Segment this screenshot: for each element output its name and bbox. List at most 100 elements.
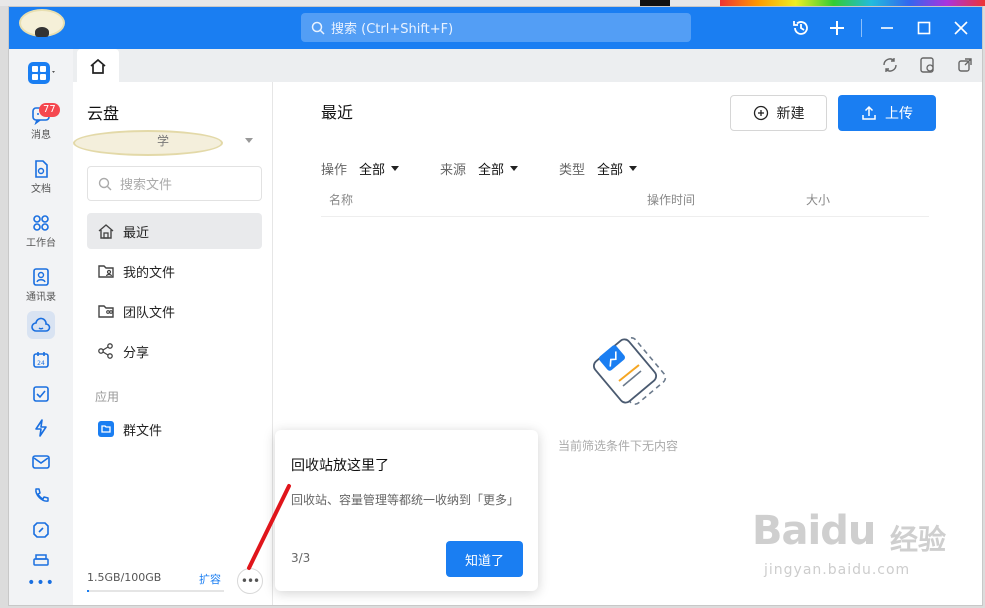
sidebar-item-label: 团队文件 (123, 305, 176, 321)
global-search-input[interactable]: 搜索 (Ctrl+Shift+F) (301, 13, 691, 42)
close-icon[interactable] (949, 16, 973, 40)
filter-source[interactable]: 来源 全部 (440, 159, 519, 178)
sidebar-item-my-files[interactable]: 我的文件 (87, 253, 262, 289)
group-files-icon (98, 421, 114, 437)
tab-home[interactable] (77, 49, 119, 82)
sidebar-item-label: 分享 (123, 345, 150, 361)
filter-type[interactable]: 类型 全部 (559, 159, 638, 178)
document-icon (35, 160, 48, 178)
column-header-name[interactable]: 名称 (329, 191, 353, 208)
org-name-suffix: 学 (157, 134, 170, 148)
new-button-label: 新建 (776, 106, 805, 122)
more-button[interactable]: ••• (237, 568, 263, 594)
open-external-icon[interactable] (953, 53, 977, 77)
rail-item-flash[interactable] (9, 418, 73, 438)
filter-value: 全部 (597, 163, 624, 178)
svg-text:24: 24 (37, 360, 45, 367)
onboarding-popover: 回收站放这里了 回收站、容量管理等都统一收纳到「更多」 3/3 知道了 (275, 430, 538, 591)
mail-icon (32, 455, 50, 469)
maximize-icon[interactable] (912, 16, 936, 40)
search-placeholder: 搜索 (Ctrl+Shift+F) (331, 22, 454, 37)
red-annotation-line (247, 484, 291, 570)
got-it-button[interactable]: 知道了 (446, 541, 523, 577)
sidebar-item-team-files[interactable]: 团队文件 (87, 293, 262, 329)
popover-body: 回收站、容量管理等都统一收纳到「更多」 (291, 493, 520, 507)
rail-label-docs: 文档 (31, 184, 51, 195)
column-header-size[interactable]: 大小 (806, 191, 830, 208)
sidebar-item-recent[interactable]: 最近 (87, 213, 262, 249)
search-icon (311, 21, 325, 35)
chevron-down-icon (629, 166, 638, 171)
sidebar-item-share[interactable]: 分享 (87, 333, 262, 369)
lightning-icon (35, 419, 47, 437)
baidu-watermark: Baidu 经验 jingyan.baidu.com (752, 500, 977, 595)
rail-label-workbench: 工作台 (26, 238, 56, 249)
expand-storage-link[interactable]: 扩容 (199, 571, 221, 587)
rail-more-icon[interactable]: ••• (9, 575, 73, 591)
column-header-time[interactable]: 操作时间 (647, 191, 695, 208)
rail-label-messages: 消息 (31, 130, 51, 141)
sync-icon[interactable] (878, 53, 902, 77)
apps-section-heading: 应用 (95, 390, 120, 404)
rail-item-cloud-drive[interactable] (9, 316, 73, 336)
filter-operation[interactable]: 操作 全部 (321, 159, 400, 178)
watermark-brand-cn: 经验 (890, 523, 947, 556)
sidebar-title: 云盘 (87, 104, 120, 123)
home-icon (90, 58, 106, 74)
empty-state-illustration (592, 337, 667, 405)
sidebar-item-label: 我的文件 (123, 265, 176, 281)
app-switcher-button[interactable] (9, 61, 73, 85)
file-search-placeholder: 搜索文件 (120, 178, 173, 193)
upload-button-label: 上传 (885, 106, 913, 122)
printer-icon (33, 554, 49, 566)
chevron-down-icon (510, 166, 519, 171)
popover-page-indicator: 3/3 (291, 551, 311, 565)
page-title: 最近 (321, 103, 354, 122)
notes-icon (33, 522, 49, 538)
unread-badge: 77 (39, 103, 60, 117)
sidebar-item-label: 最近 (123, 225, 150, 241)
new-button[interactable]: 新建 (730, 95, 827, 131)
filter-key: 操作 (321, 163, 348, 178)
storage-progress-fill (87, 590, 90, 592)
org-dropdown-chevron-icon[interactable] (245, 138, 253, 143)
minimize-icon[interactable] (875, 16, 899, 40)
add-icon[interactable] (825, 16, 849, 40)
cloud-drive-sidebar: 云盘 学 搜索文件 最近 我的文件 团队文件 分享 应用 群文件 1.5GB/1 (73, 82, 273, 605)
recycle-bin-icon[interactable] (915, 53, 939, 77)
rail-item-calendar[interactable]: 24 (9, 350, 73, 370)
popover-title: 回收站放这里了 (291, 458, 389, 474)
rail-item-messages[interactable]: 77 消息 (9, 103, 73, 141)
cloud-drive-icon (31, 317, 51, 332)
phone-icon (35, 488, 49, 502)
rail-item-tasks[interactable] (9, 384, 73, 404)
rail-label-contacts: 通讯录 (26, 292, 56, 303)
storage-usage-text: 1.5GB/100GB (87, 571, 162, 584)
rail-item-notes[interactable] (9, 520, 73, 540)
grid-icon (28, 62, 55, 84)
sidebar-item-group-files[interactable]: 群文件 (87, 411, 262, 447)
left-app-rail: 77 消息 文档 工作台 通讯录 24 ••• (9, 49, 73, 605)
table-header-divider (321, 216, 929, 217)
search-icon (98, 177, 112, 190)
rail-item-print[interactable] (9, 554, 73, 566)
calendar-icon: 24 (33, 352, 49, 368)
contacts-icon (33, 268, 49, 286)
rail-item-workbench[interactable]: 工作台 (9, 213, 73, 249)
rail-item-contacts[interactable]: 通讯录 (9, 267, 73, 303)
watermark-url: jingyan.baidu.com (764, 562, 911, 578)
history-icon[interactable] (789, 16, 813, 40)
filter-value: 全部 (359, 163, 386, 178)
title-bar: 搜索 (Ctrl+Shift+F) (9, 7, 982, 49)
sidebar-item-label: 群文件 (123, 423, 163, 439)
file-search-input[interactable]: 搜索文件 (87, 166, 262, 201)
rail-item-docs[interactable]: 文档 (9, 159, 73, 195)
filter-key: 来源 (440, 163, 467, 178)
user-folder-icon (98, 265, 114, 278)
rail-item-phone[interactable] (9, 486, 73, 506)
upload-button[interactable]: 上传 (838, 95, 936, 131)
rail-item-mail[interactable] (9, 452, 73, 472)
share-icon (98, 343, 113, 359)
workbench-icon (33, 215, 49, 231)
user-avatar[interactable] (19, 9, 65, 37)
